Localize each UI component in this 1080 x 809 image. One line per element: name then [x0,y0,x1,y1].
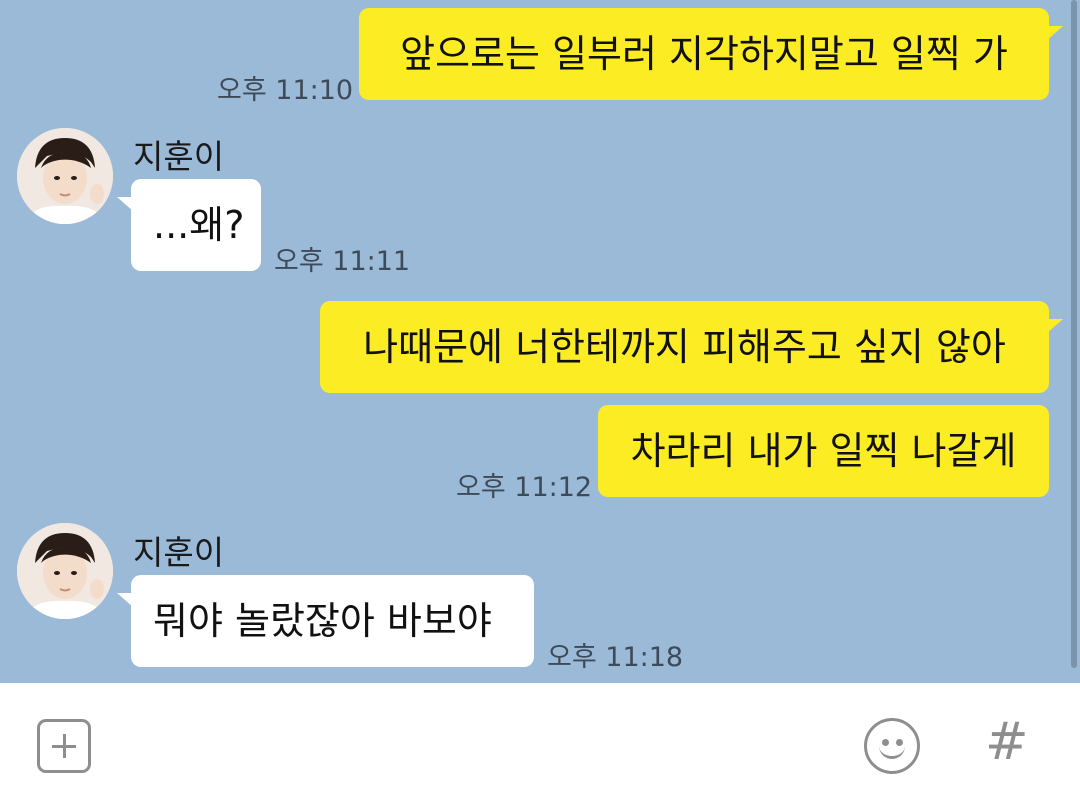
scrollbar[interactable] [1068,0,1080,670]
message-timestamp: 오후 11:10 [217,75,354,106]
message-timestamp: 오후 11:11 [274,246,411,277]
received-message-bubble[interactable]: ...왜? [117,179,261,271]
scrollbar-thumb[interactable] [1071,0,1077,668]
plus-icon[interactable] [37,719,91,773]
received-message-bubble[interactable]: 뭐야 놀랐잖아 바보야 [117,575,534,667]
chat-area[interactable]: 앞으로는 일부러 지각하지말고 일찍 가 오후 11:10 지훈이 ...왜? … [0,0,1080,683]
message-timestamp: 오후 11:18 [547,642,684,673]
avatar[interactable] [17,523,113,619]
profile-photo [17,128,113,224]
message-text: 앞으로는 일부러 지각하지말고 일찍 가 [400,32,1008,76]
avatar[interactable] [17,128,113,224]
bubble-tail [117,197,133,211]
sender-name: 지훈이 [133,137,225,176]
sent-message-bubble[interactable]: 차라리 내가 일찍 나갈게 [598,405,1049,497]
sender-name: 지훈이 [133,533,225,572]
message-text: 뭐야 놀랐잖아 바보야 [153,599,492,643]
bubble-tail [1047,26,1063,40]
hash-icon[interactable]: # [985,716,1029,768]
bubble-tail [117,593,133,607]
bubble-tail [1047,319,1063,333]
emoji-icon[interactable] [864,718,920,774]
emoji-mouth [879,743,905,759]
message-timestamp: 오후 11:12 [456,472,593,503]
profile-photo [17,523,113,619]
message-text: ...왜? [153,203,245,247]
message-text: 나때문에 너한테까지 피해주고 싶지 않아 [363,325,1006,369]
message-text: 차라리 내가 일찍 나갈게 [630,429,1017,473]
sent-message-bubble[interactable]: 나때문에 너한테까지 피해주고 싶지 않아 [320,301,1063,393]
sent-message-bubble[interactable]: 앞으로는 일부러 지각하지말고 일찍 가 [359,8,1063,100]
